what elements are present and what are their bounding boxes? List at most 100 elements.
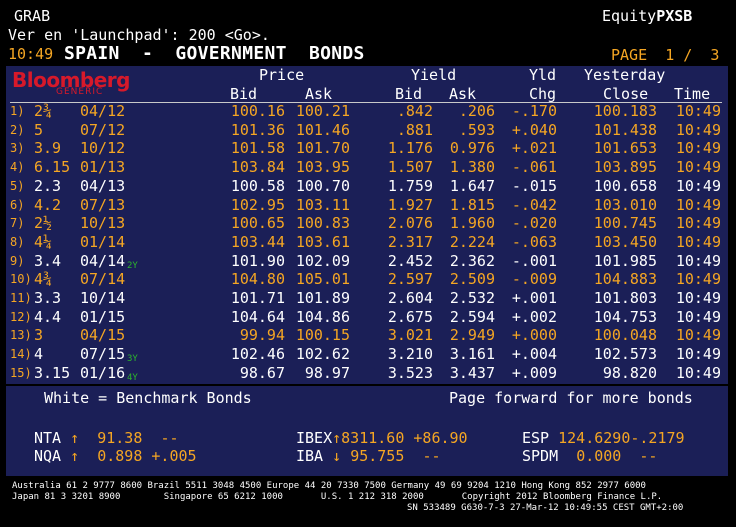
cell-close: 100.048 [593,326,657,345]
table-row[interactable]: 8) 4¼ 01/14 103.44 103.61 2.317 2.224 -.063 103.… [0,233,736,252]
table-row[interactable]: 4) 6.15 01/13 103.84 103.95 1.507 1.380 -.061 10… [0,158,736,177]
index-ibex[interactable]: IBEX↑8311.60 +86.90 [296,429,468,447]
maturity: 04/13 [80,176,126,195]
cell-ybid: .842 [396,102,433,120]
footer-session: SN 533489 G630-7-3 27-Mar-12 10:49:55 CE… [407,503,684,513]
cell-time: 10:49 [675,214,721,233]
nqa-value: 0.898 [97,447,143,465]
cell-chg: -.015 [511,176,557,195]
coupon: 4¾ [34,270,53,289]
cell-yask: 1.960 [449,214,495,233]
table-row[interactable]: 6) 4.2 07/13 102.95 103.11 1.927 1.815 -.042 103… [0,196,736,215]
cell-time: 10:49 [675,307,721,326]
row-number[interactable]: 2) [10,121,24,140]
cell-chg: -.061 [511,158,557,177]
row-number[interactable]: 7) [10,214,24,233]
bloomberg-logo: Bloomberg GENERIC [12,68,132,100]
cell-close: 102.573 [593,345,657,364]
cell-pbid: 100.58 [230,176,285,195]
row-number[interactable]: 15) [10,364,32,383]
row-number[interactable]: 10) [10,270,32,289]
cell-ybid: 2.317 [387,232,433,251]
index-nqa[interactable]: NQA ↑ 0.898 +.005 [34,447,197,465]
coupon: 3.15 [34,363,71,382]
maturity: 01/16 [80,363,126,382]
maturity: 10/12 [80,139,126,158]
cell-pbid: 100.65 [230,214,285,233]
cell-time: 10:49 [675,176,721,195]
row-number[interactable]: 8) [10,233,24,252]
ibex-change: +86.90 [413,429,468,447]
row-number[interactable]: 3) [10,139,24,158]
iba-change: -- [422,447,441,465]
cell-pask: 105.01 [295,270,350,289]
table-row[interactable]: 15) 3.15 01/16 4Y 98.67 98.97 3.523 3.437 +.009 9… [0,364,736,383]
table-row[interactable]: 11) 3.3 10/14 101.71 101.89 2.604 2.532 +.001 10… [0,289,736,308]
row-number[interactable]: 14) [10,345,32,364]
index-iba[interactable]: IBA ↓ 95.755 -- [296,447,441,465]
grab-label: GRAB [14,7,51,25]
cell-time: 10:49 [675,102,721,120]
cell-pask: 100.21 [295,102,350,120]
maturity: 01/13 [80,158,126,177]
spdm-change: -- [639,447,658,465]
coupon: 4.4 [34,307,62,326]
logo-sub: GENERIC [56,87,104,97]
esp-label: ESP [522,429,550,447]
index-esp[interactable]: ESP 124.6290-.2179 [522,429,685,447]
row-number[interactable]: 4) [10,158,24,177]
cell-close: 103.450 [593,232,657,251]
coupon: 3.9 [34,139,62,158]
table-row[interactable]: 13) 3 04/15 99.94 100.15 3.021 2.949 +.000 100.0… [0,326,736,345]
table-row[interactable]: 9) 3.4 04/14 2Y 101.90 102.09 2.452 2.362 -.001 1… [0,252,736,271]
table-row[interactable]: 2) 5 07/12 101.36 101.46 .881 .593 +.040 101.438… [0,121,736,140]
cell-close: 103.010 [593,195,657,214]
command-line[interactable]: Ver en 'Launchpad': 200 <Go>. [8,26,270,44]
cell-time: 10:49 [675,195,721,214]
cell-pask: 101.89 [295,289,350,307]
cell-close: 101.653 [593,139,657,158]
cell-ybid: 2.597 [387,270,433,289]
table-row[interactable]: 7) 2½ 10/13 100.65 100.83 2.076 1.960 -.020 100.… [0,214,736,233]
cell-close: 103.895 [593,158,657,177]
cell-pbid: 101.90 [230,251,285,270]
row-number[interactable]: 12) [10,308,32,327]
index-spdm[interactable]: SPDM 0.000 -- [522,447,657,465]
cell-pbid: 101.58 [230,139,285,158]
cell-pask: 102.09 [295,251,350,270]
table-row[interactable]: 10) 4¾ 07/14 104.80 105.01 2.597 2.509 -.009 104… [0,270,736,289]
table-row[interactable]: 5) 2.3 04/13 100.58 100.70 1.759 1.647 -.015 100… [0,177,736,196]
index-nta[interactable]: NTA ↑ 91.38 -- [34,429,179,447]
cell-time: 10:49 [675,158,721,177]
maturity: 07/14 [80,270,126,289]
maturity: 10/14 [80,289,126,307]
maturity: 01/15 [80,307,126,326]
maturity: 10/13 [80,214,126,233]
page-forward-note: Page forward for more bonds [449,389,693,407]
up-arrow-icon: ↑ [332,429,342,447]
up-arrow-icon: ↑ [70,447,80,465]
row-number[interactable]: 6) [10,196,24,215]
table-row[interactable]: 1) 2¾ 04/12 100.16 100.21 .842 .206 -.170 100.18… [0,102,736,121]
row-number[interactable]: 9) [10,252,24,271]
maturity: 07/13 [80,195,126,214]
page-indicator[interactable]: PAGE 1 / 3 [611,46,719,64]
header-price: Price [259,66,305,84]
row-number[interactable]: 5) [10,177,24,196]
table-row[interactable]: 3) 3.9 10/12 101.58 101.70 1.176 0.976 +.021 101… [0,139,736,158]
coupon: 3.4 [34,251,62,270]
title-time: 10:49 [8,45,54,63]
cell-pask: 100.15 [295,326,350,345]
header-yld: Yld [529,66,557,84]
cell-pask: 101.70 [295,139,350,158]
row-number[interactable]: 13) [10,326,32,345]
table-row[interactable]: 12) 4.4 01/15 104.64 104.86 2.675 2.594 +.002 10… [0,308,736,327]
cell-time: 10:49 [675,232,721,251]
iba-label: IBA [296,447,324,465]
page-current: 1 [665,46,675,64]
cell-yask: 0.976 [449,139,495,158]
coupon: 5 [34,120,44,139]
row-number[interactable]: 11) [10,289,32,308]
table-row[interactable]: 14) 4 07/15 3Y 102.46 102.62 3.210 3.161 +.004 10… [0,345,736,364]
row-number[interactable]: 1) [10,102,24,121]
